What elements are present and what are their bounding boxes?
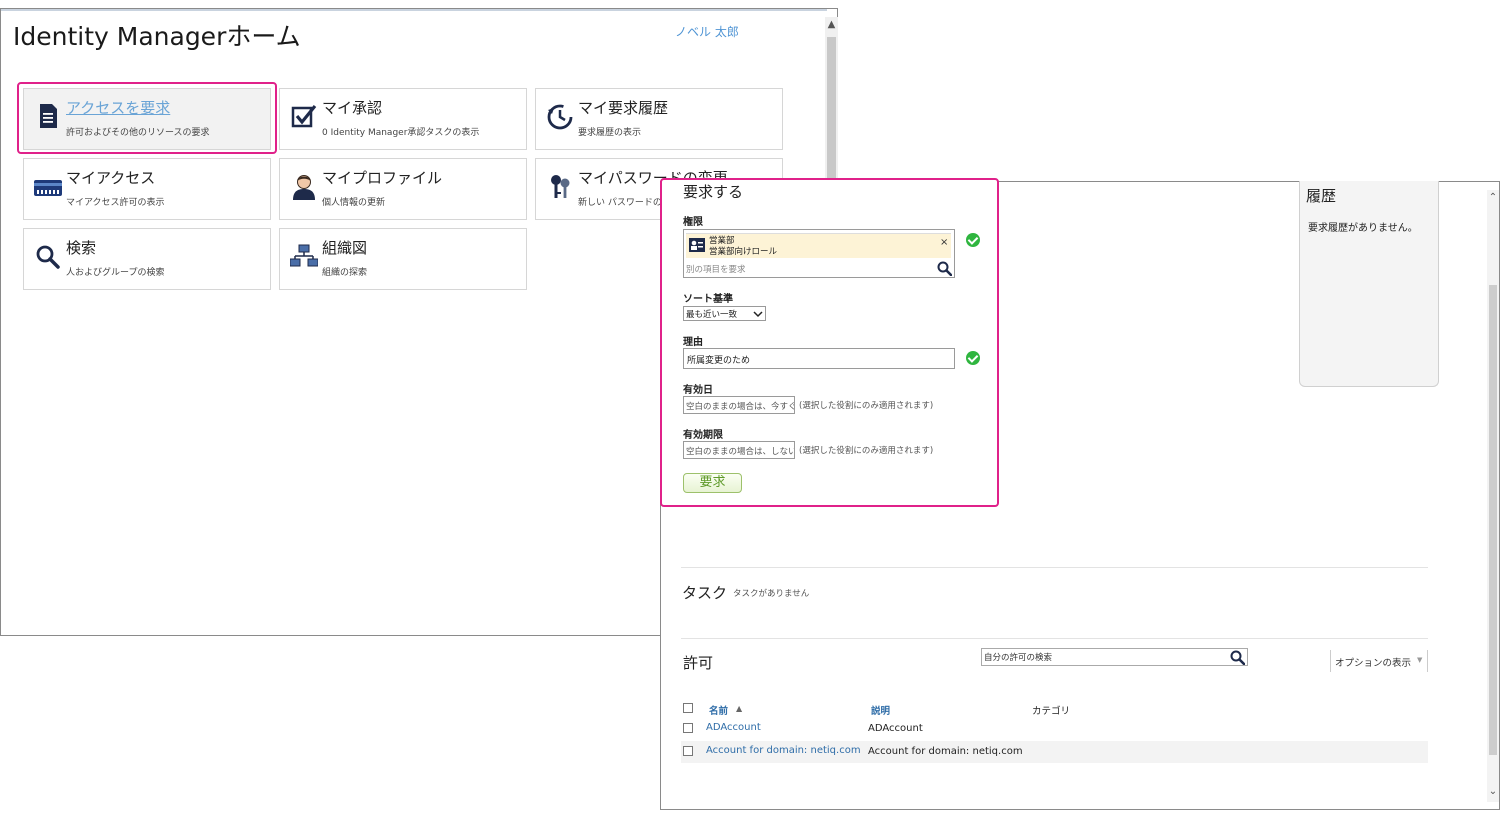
highlight-frame: [17, 82, 277, 154]
column-header-description[interactable]: 説明: [871, 703, 890, 717]
tile-my-profile[interactable]: マイプロファイル 個人情報の更新: [279, 158, 527, 220]
user-name-link[interactable]: ノベル 太郎: [675, 23, 739, 40]
section-divider: [681, 567, 1428, 568]
reason-value: 所属変更のため: [687, 356, 751, 366]
selected-item-role: 営業部向けロール: [709, 247, 778, 257]
scroll-thumb[interactable]: [1489, 285, 1497, 755]
expiry-date-input[interactable]: 空白のままの場合は、しない: [683, 441, 795, 459]
tile-subtitle: 0 Identity Manager承認タスクの表示: [322, 128, 480, 138]
checkbox-icon: [291, 104, 317, 128]
ok-check-icon: [966, 351, 980, 365]
tile-title: 組織図: [322, 239, 368, 257]
tile-subtitle: 個人情報の更新: [322, 198, 386, 208]
search-icon[interactable]: [1230, 650, 1245, 665]
window-top-border: [1, 9, 827, 11]
request-panel: 要求する 権限 営業部 営業部向けロール × 別の項目を要求 ソート基準 最も近…: [660, 178, 999, 507]
tile-my-approvals[interactable]: マイ承認 0 Identity Manager承認タスクの表示: [279, 88, 527, 150]
scroll-down-icon[interactable]: ⌄: [1487, 786, 1499, 797]
sort-select[interactable]: 最も近い一致: [683, 306, 766, 321]
selected-item-name: 営業部: [709, 236, 735, 246]
permission-label: 権限: [683, 217, 703, 228]
column-header-name[interactable]: 名前: [709, 703, 728, 717]
tile-org-chart[interactable]: 組織図 組織の探索: [279, 228, 527, 290]
history-empty-text: 要求履歴がありません。: [1308, 223, 1418, 234]
submit-request-button[interactable]: 要求: [683, 473, 742, 493]
access-card-icon: [34, 180, 62, 196]
row-checkbox[interactable]: [683, 723, 693, 733]
tile-subtitle: 要求履歴の表示: [578, 128, 642, 138]
scroll-thumb[interactable]: [827, 37, 836, 187]
selected-item-chip[interactable]: 営業部 営業部向けロール ×: [686, 233, 951, 258]
expiry-date-note: (選択した役割にのみ適用されます): [799, 446, 934, 456]
remove-item-icon[interactable]: ×: [940, 237, 948, 248]
tile-subtitle: 組織の探索: [322, 268, 368, 278]
search-icon[interactable]: [937, 261, 952, 276]
sort-value: 最も近い一致: [686, 310, 738, 320]
permission-picker[interactable]: 営業部 営業部向けロール × 別の項目を要求: [683, 229, 955, 278]
row-checkbox[interactable]: [683, 746, 693, 756]
section-divider: [681, 638, 1428, 639]
user-profile-icon: [293, 175, 315, 200]
tile-search[interactable]: 検索 人およびグループの検索: [23, 228, 271, 290]
options-label: オプションの表示: [1335, 658, 1412, 669]
row-description: ADAccount: [868, 723, 923, 734]
expiry-date-placeholder: 空白のままの場合は、しない: [686, 447, 795, 457]
tasks-title: タスク: [682, 584, 728, 602]
table-row[interactable]: ADAccount ADAccount: [681, 718, 1428, 740]
effective-date-label: 有効日: [683, 385, 713, 396]
sort-label: ソート基準: [683, 294, 733, 305]
effective-date-input[interactable]: 空白のままの場合は、今すぐ: [683, 396, 795, 414]
role-icon: [689, 238, 705, 252]
options-toggle[interactable]: オプションの表示 ▼: [1330, 650, 1428, 672]
row-name-link[interactable]: ADAccount: [706, 722, 761, 733]
tile-title: マイ要求履歴: [578, 99, 669, 117]
expiry-date-label: 有効期限: [683, 430, 723, 441]
select-all-checkbox[interactable]: [683, 703, 693, 713]
tile-my-access[interactable]: マイアクセス マイアクセス許可の表示: [23, 158, 271, 220]
history-clock-icon: [547, 104, 573, 130]
row-description: Account for domain: netiq.com: [868, 746, 1023, 757]
request-scrollbar[interactable]: ⌃ ⌄: [1487, 190, 1499, 802]
request-heading: 要求する: [683, 183, 744, 201]
chevron-down-icon: [753, 311, 763, 318]
tile-title: マイアクセス: [66, 169, 156, 187]
effective-date-note: (選択した役割にのみ適用されます): [799, 401, 934, 411]
other-item-input[interactable]: 別の項目を要求: [686, 263, 746, 275]
permissions-title: 許可: [683, 654, 714, 672]
scroll-up-icon[interactable]: ⌃: [1487, 192, 1499, 203]
tile-my-request-history[interactable]: マイ要求履歴 要求履歴の表示: [535, 88, 783, 150]
tile-title: マイプロファイル: [322, 169, 443, 187]
sort-ascending-icon[interactable]: ▲: [736, 704, 742, 713]
history-title: 履歴: [1306, 187, 1337, 205]
history-panel: 履歴 要求履歴がありません。: [1299, 181, 1439, 387]
search-icon: [36, 245, 60, 269]
org-chart-icon: [290, 244, 318, 267]
keys-icon: [551, 175, 570, 198]
tile-title: マイ承認: [322, 99, 383, 117]
scroll-up-icon[interactable]: ▲: [825, 19, 838, 30]
row-name-link[interactable]: Account for domain: netiq.com: [706, 745, 861, 756]
page-title: Identity Managerホーム: [13, 22, 301, 51]
chevron-down-icon: ▼: [1417, 656, 1423, 664]
reason-label: 理由: [683, 337, 703, 348]
ok-check-icon: [966, 233, 980, 247]
reason-input[interactable]: 所属変更のため: [683, 348, 955, 369]
tile-subtitle: 人およびグループの検索: [66, 268, 165, 278]
effective-date-placeholder: 空白のままの場合は、今すぐ: [686, 402, 795, 412]
permissions-search-placeholder: 自分の許可の検索: [984, 653, 1053, 663]
permissions-search-input[interactable]: 自分の許可の検索: [981, 648, 1248, 666]
table-row[interactable]: Account for domain: netiq.com Account fo…: [681, 741, 1428, 763]
column-header-category: カテゴリ: [1032, 706, 1071, 717]
tile-subtitle: マイアクセス許可の表示: [66, 198, 165, 208]
tile-subtitle: 新しい パスワードの作: [578, 198, 671, 208]
tile-title: 検索: [66, 239, 97, 257]
tasks-empty-text: タスクがありません: [733, 589, 810, 599]
